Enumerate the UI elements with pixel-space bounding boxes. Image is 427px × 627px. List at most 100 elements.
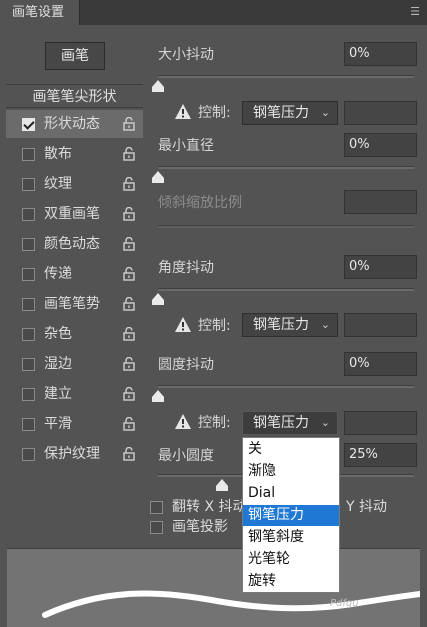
size-control-select[interactable]: 钢笔压力 ⌄	[242, 101, 338, 125]
angle-jitter-slider-thumb[interactable]	[152, 293, 164, 305]
roundness-control-label: 控制:	[198, 415, 231, 431]
unlock-icon[interactable]	[122, 327, 136, 341]
roundness-control-value: 钢笔压力	[253, 415, 309, 431]
sidebar-item[interactable]: 传递	[6, 260, 143, 288]
sidebar-item-label: 保护纹理	[44, 446, 100, 462]
sidebar-item-label: 颜色动态	[44, 236, 100, 252]
min-diameter-label: 最小直径	[158, 138, 214, 154]
sidebar-item[interactable]: 双重画笔	[6, 200, 143, 228]
tilt-scale-slider	[158, 225, 414, 228]
unlock-icon[interactable]	[122, 297, 136, 311]
angle-control-label: 控制:	[198, 318, 231, 334]
warning-icon	[175, 104, 191, 119]
warning-icon	[175, 414, 191, 429]
sidebar-item-label: 画笔笔势	[44, 296, 100, 312]
size-control-fade-input[interactable]	[344, 101, 417, 125]
sidebar-item-checkbox[interactable]	[22, 448, 35, 461]
sidebar-item[interactable]: 湿边	[6, 350, 143, 378]
sidebar-item-label: 平滑	[44, 416, 72, 432]
size-jitter-slider[interactable]	[158, 75, 414, 78]
flip-x-label: 翻转 X 抖动	[172, 499, 247, 515]
roundness-control-input[interactable]	[344, 411, 417, 435]
sidebar-item[interactable]: 杂色	[6, 320, 143, 348]
sidebar-item-checkbox[interactable]	[22, 208, 35, 221]
flip-x-checkbox[interactable]	[150, 501, 163, 514]
size-jitter-slider-thumb[interactable]	[152, 80, 164, 92]
angle-control-value: 钢笔压力	[253, 317, 309, 333]
dropdown-option[interactable]: 钢笔压力	[243, 505, 339, 526]
dropdown-option[interactable]: 钢笔斜度	[243, 527, 339, 548]
min-roundness-value[interactable]: 25%	[344, 443, 417, 467]
dropdown-option[interactable]: 光笔轮	[243, 549, 339, 570]
angle-control-input[interactable]	[344, 313, 417, 337]
warning-icon	[175, 317, 191, 332]
angle-jitter-label: 角度抖动	[158, 260, 214, 276]
min-diameter-value[interactable]: 0%	[344, 133, 417, 157]
sidebar-item-checkbox[interactable]	[22, 358, 35, 371]
size-jitter-label: 大小抖动	[158, 47, 214, 63]
brush-projection-label: 画笔投影	[172, 519, 228, 535]
sidebar-item[interactable]: 形状动态	[6, 110, 143, 138]
sidebar-item[interactable]: 颜色动态	[6, 230, 143, 258]
flip-y-label: Y 抖动	[346, 499, 388, 515]
roundness-jitter-slider-thumb[interactable]	[152, 390, 164, 402]
unlock-icon[interactable]	[122, 417, 136, 431]
brush-presets-button[interactable]: 画笔	[45, 42, 105, 70]
unlock-icon[interactable]	[122, 147, 136, 161]
tilt-scale-value[interactable]	[344, 190, 417, 214]
sidebar-item-label: 双重画笔	[44, 206, 100, 222]
roundness-jitter-slider[interactable]	[158, 385, 414, 388]
sidebar-item-label: 纹理	[44, 176, 72, 192]
size-jitter-value[interactable]: 0%	[344, 42, 417, 66]
chevron-down-icon: ⌄	[320, 318, 330, 331]
sidebar-item[interactable]: 纹理	[6, 170, 143, 198]
sidebar-item-checkbox[interactable]	[22, 388, 35, 401]
panel-menu-icon[interactable]: ☰	[409, 6, 421, 18]
brush-projection-checkbox[interactable]	[150, 521, 163, 534]
sidebar-item-checkbox[interactable]	[22, 118, 35, 131]
dropdown-option[interactable]: 关	[243, 439, 339, 460]
sidebar-item[interactable]: 画笔笔势	[6, 290, 143, 318]
chevron-down-icon: ⌄	[320, 416, 330, 429]
dropdown-option[interactable]: 旋转	[243, 571, 339, 592]
unlock-icon[interactable]	[122, 447, 136, 461]
control-options-dropdown[interactable]: 关渐隐 Dial 钢笔压力 钢笔斜度 光笔轮 旋转	[242, 437, 340, 593]
sidebar-item-checkbox[interactable]	[22, 268, 35, 281]
sidebar-item-label: 杂色	[44, 326, 72, 342]
sidebar-item[interactable]: 平滑	[6, 410, 143, 438]
dropdown-option[interactable]: 渐隐	[243, 461, 339, 482]
unlock-icon[interactable]	[122, 357, 136, 371]
angle-jitter-slider[interactable]	[158, 288, 414, 291]
unlock-icon[interactable]	[122, 387, 136, 401]
brush-stroke-preview	[7, 548, 420, 627]
unlock-icon[interactable]	[122, 117, 136, 131]
sidebar-item-checkbox[interactable]	[22, 178, 35, 191]
sidebar-item-checkbox[interactable]	[22, 298, 35, 311]
unlock-icon[interactable]	[122, 207, 136, 221]
angle-jitter-value[interactable]: 0%	[344, 255, 417, 279]
min-diameter-slider-thumb[interactable]	[152, 171, 164, 183]
angle-control-select[interactable]: 钢笔压力 ⌄	[242, 313, 338, 337]
sidebar-item-checkbox[interactable]	[22, 238, 35, 251]
min-roundness-label: 最小圆度	[158, 448, 214, 464]
min-diameter-slider[interactable]	[158, 166, 414, 169]
sidebar-item[interactable]: 建立	[6, 380, 143, 408]
unlock-icon[interactable]	[122, 177, 136, 191]
stroke-preview-graphic	[42, 590, 420, 618]
sidebar-item-checkbox[interactable]	[22, 148, 35, 161]
sidebar-item[interactable]: 保护纹理	[6, 440, 143, 468]
tab-brush-settings[interactable]: 画笔设置	[0, 0, 80, 25]
sidebar-item-label: 湿边	[44, 356, 72, 372]
min-roundness-slider-thumb[interactable]	[216, 479, 228, 491]
sidebar-item[interactable]: 散布	[6, 140, 143, 168]
sidebar-item-label: 传递	[44, 266, 72, 282]
brush-tip-shape-header[interactable]: 画笔笔尖形状	[6, 84, 143, 108]
sidebar-item-checkbox[interactable]	[22, 418, 35, 431]
unlock-icon[interactable]	[122, 267, 136, 281]
sidebar-item-checkbox[interactable]	[22, 328, 35, 341]
dropdown-option[interactable]: Dial	[243, 483, 339, 504]
unlock-icon[interactable]	[122, 237, 136, 251]
roundness-jitter-value[interactable]: 0%	[344, 352, 417, 376]
roundness-control-select[interactable]: 钢笔压力 ⌄	[242, 411, 338, 435]
roundness-jitter-label: 圆度抖动	[158, 357, 214, 373]
